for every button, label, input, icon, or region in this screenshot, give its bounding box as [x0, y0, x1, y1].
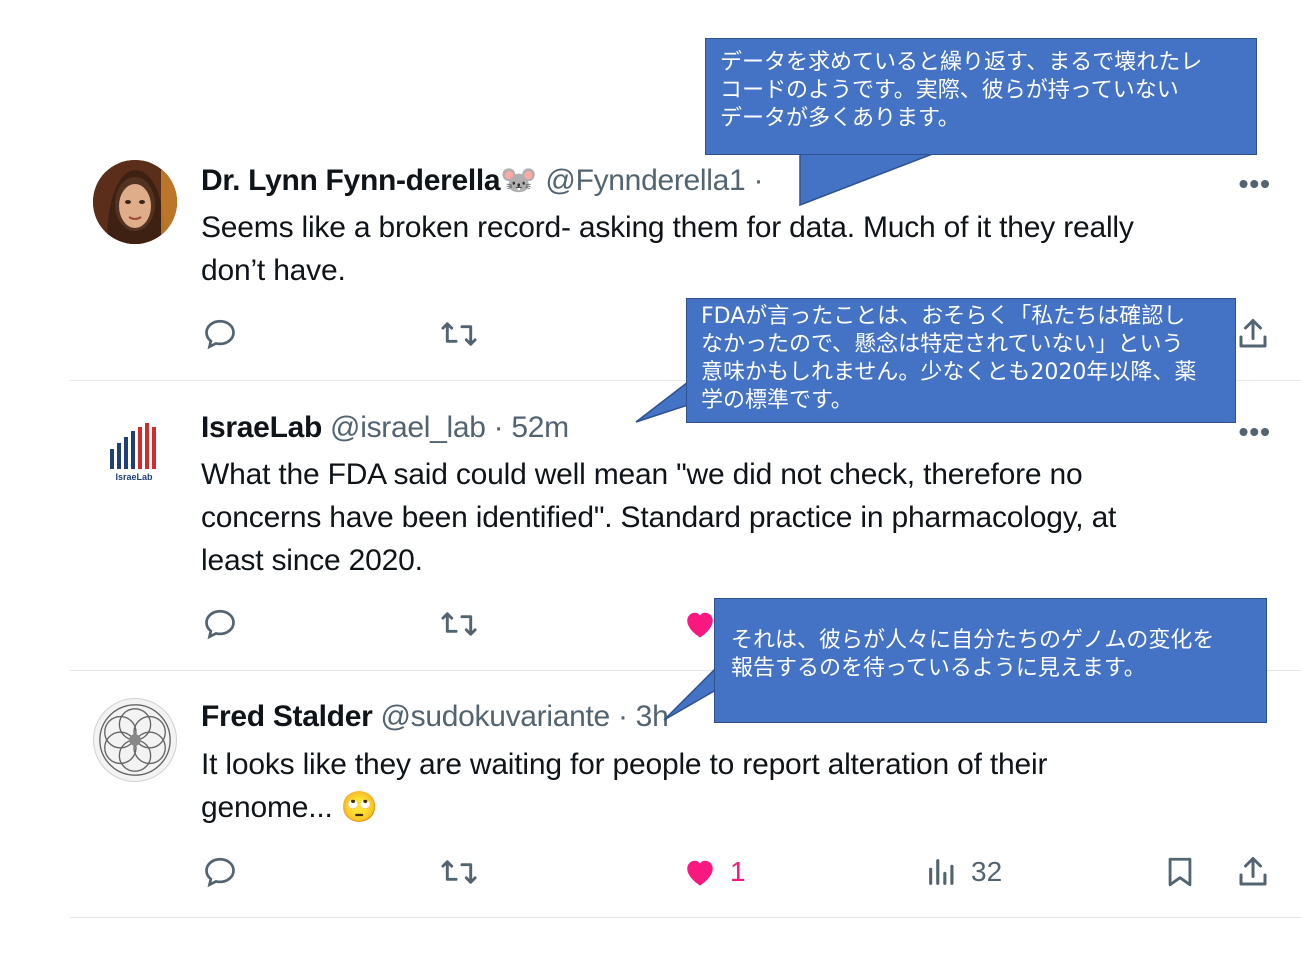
callout-2-text: FDAが言ったことは、おそらく「私たちは確認し なかったので、懸念は特定されてい…: [701, 304, 1197, 413]
retweet-icon: [441, 860, 477, 884]
reply-button[interactable]: [202, 850, 238, 894]
avatar-fred[interactable]: [93, 698, 177, 782]
retweet-button[interactable]: [440, 850, 478, 894]
like-icon: [687, 860, 713, 886]
author-name[interactable]: Fred Stalder: [201, 700, 373, 733]
callout-1-text: データを求めていると繰り返す、まるで壊れたレ コードのようです。実際、彼らが持っ…: [720, 50, 1203, 131]
tweet-3-line-1: It looks like they are waiting for peopl…: [201, 748, 1048, 781]
bookmark-icon: [1168, 857, 1192, 887]
callout-2: FDAが言ったことは、おそらく「私たちは確認し なかったので、懸念は特定されてい…: [686, 298, 1236, 423]
tweet-3-line-2-text: genome...: [201, 791, 333, 824]
tweet-3-text: It looks like they are waiting for peopl…: [201, 743, 1241, 829]
tweet-3-line-2: genome... 🙄: [201, 786, 1241, 829]
views-button[interactable]: 32: [925, 850, 1002, 894]
avatar-fred-image: [99, 704, 171, 776]
callout-3-text: それは、彼らが人々に自分たちのゲノムの変化を 報告するのを待っているように見えま…: [731, 628, 1215, 681]
bookmark-button[interactable]: [1163, 850, 1197, 894]
divider-3: [70, 917, 1301, 918]
share-button[interactable]: [1235, 850, 1271, 894]
author-handle[interactable]: @sudokuvariante · 3h: [381, 700, 669, 733]
views-icon: [929, 859, 954, 885]
callout-3: それは、彼らが人々に自分たちのゲノムの変化を 報告するのを待っているように見えま…: [714, 598, 1267, 723]
callout-1: データを求めていると繰り返す、まるで壊れたレ コードのようです。実際、彼らが持っ…: [705, 38, 1257, 155]
eye-roll-emoji: 🙄: [340, 791, 378, 824]
like-button[interactable]: 1: [682, 850, 746, 894]
share-icon: [1239, 857, 1267, 886]
view-count: 32: [971, 856, 1003, 887]
like-count: 1: [730, 856, 746, 887]
reply-icon: [205, 857, 235, 888]
tweet-3-actions: 1 32: [70, 850, 1301, 894]
tweet-3-header: Fred Stalder @sudokuvariante · 3h: [201, 700, 669, 734]
